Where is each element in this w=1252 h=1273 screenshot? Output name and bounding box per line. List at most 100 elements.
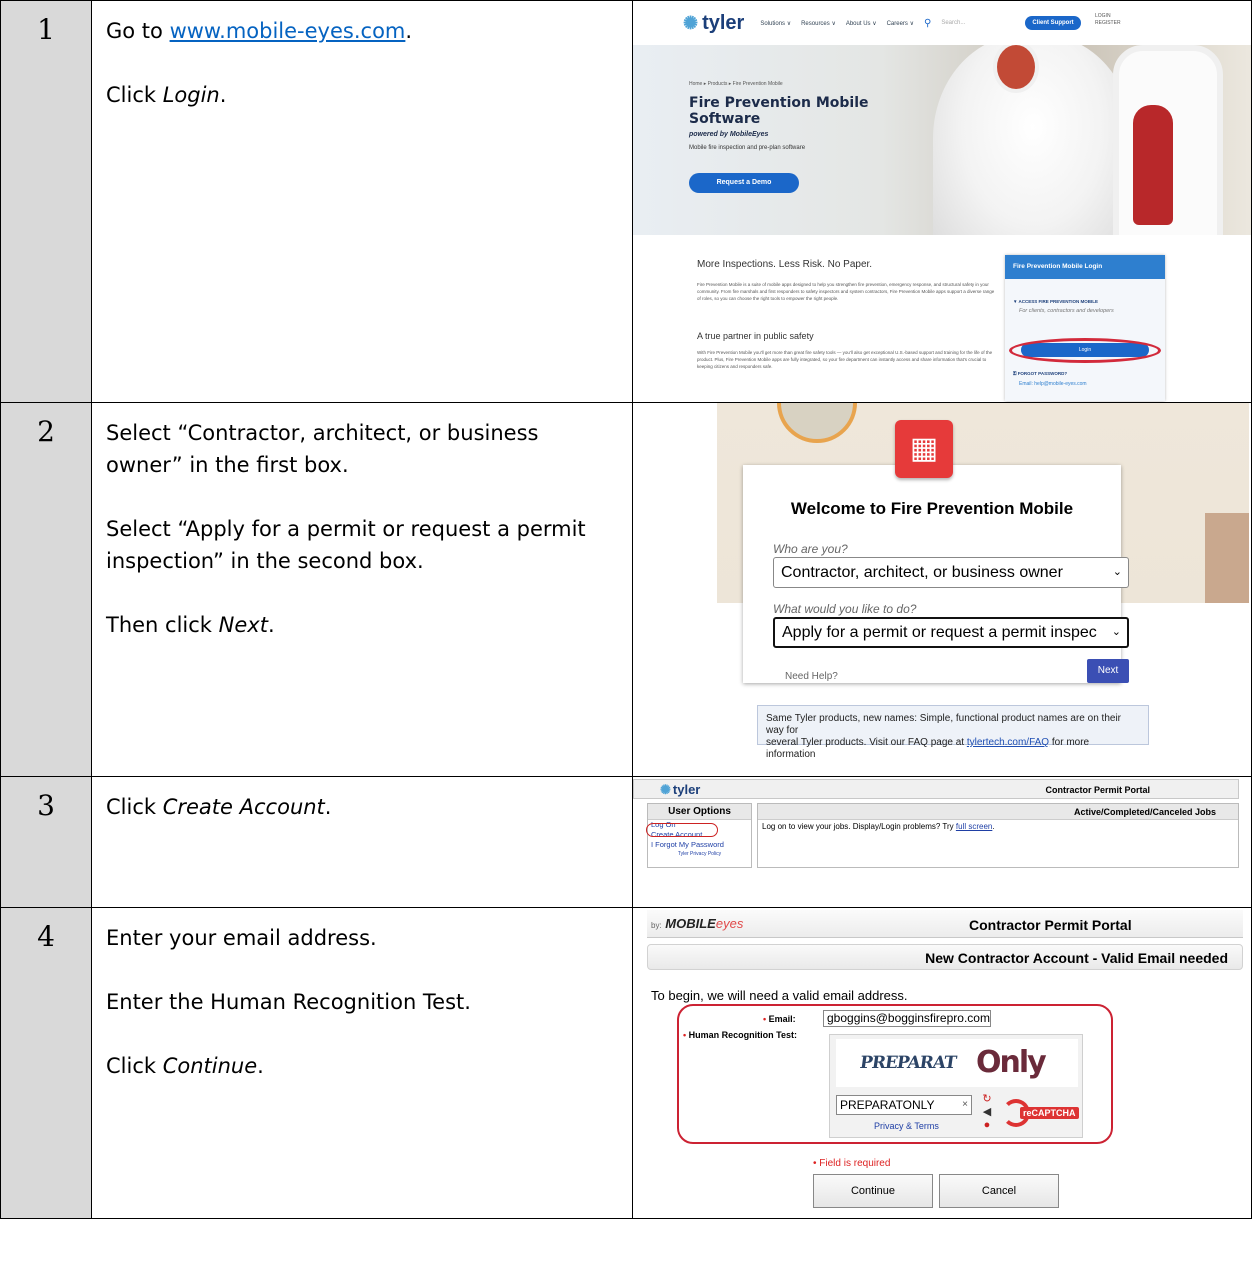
page-title: Fire Prevention Mobile Software bbox=[689, 95, 869, 127]
search-icon[interactable]: ⚲ bbox=[924, 18, 931, 29]
nav-resources[interactable]: Resources ∨ bbox=[801, 20, 836, 27]
nav-solutions[interactable]: Solutions ∨ bbox=[760, 20, 791, 27]
captcha-word: PREPARAT bbox=[858, 1053, 958, 1073]
email-field[interactable]: gboggins@bogginsfirepro.com bbox=[823, 1010, 991, 1027]
top-register[interactable]: REGISTER bbox=[1095, 20, 1121, 27]
instruction-line: Then click Next. bbox=[106, 609, 618, 641]
user-options-title: User Options bbox=[648, 804, 751, 820]
what-select[interactable]: Apply for a permit or request a permit i… bbox=[773, 617, 1129, 648]
tyler-site-screenshot: ✺ tyler Solutions ∨ Resources ∨ About Us … bbox=[633, 1, 1251, 401]
need-help-link[interactable]: Need Help? bbox=[785, 671, 838, 682]
instruction-line: Enter the Human Recognition Test. bbox=[106, 990, 471, 1014]
site-nav: ✺ tyler Solutions ∨ Resources ∨ About Us … bbox=[633, 1, 1251, 45]
audio-icon[interactable]: ◀ bbox=[978, 1106, 996, 1119]
close-icon[interactable]: × bbox=[962, 1096, 968, 1114]
instruction-line: Select “Contractor, architect, or busine… bbox=[106, 421, 539, 477]
faq-link[interactable]: tylertech.com/FAQ bbox=[967, 737, 1049, 748]
website-link[interactable]: www.mobile-eyes.com bbox=[170, 19, 406, 43]
steps-table: 1 Go to www.mobile-eyes.com. Click Login… bbox=[0, 0, 1252, 1219]
instruction-text: Go to bbox=[106, 19, 170, 43]
step-row-2: 2 Select “Contractor, architect, or busi… bbox=[0, 402, 1252, 777]
notice-pre: several Tyler products. Visit our FAQ pa… bbox=[766, 737, 967, 748]
captcha-widget: PREPARAT Only PREPARATONLY × Privacy & Te… bbox=[829, 1034, 1083, 1138]
client-support-button[interactable]: Client Support bbox=[1025, 16, 1081, 30]
who-value: Contractor, architect, or business owner bbox=[781, 564, 1063, 581]
title-line: Fire Prevention Mobile bbox=[689, 95, 869, 111]
login-card-title: Fire Prevention Mobile Login bbox=[1005, 255, 1165, 279]
instruction-emphasis: Next bbox=[218, 613, 268, 637]
refresh-icon[interactable]: ↻ bbox=[978, 1093, 996, 1106]
help-email[interactable]: Email: help@mobile-eyes.com bbox=[1019, 381, 1087, 387]
logo-text: MOBILE bbox=[665, 916, 716, 931]
section-paragraph: Fire Prevention Mobile is a suite of mob… bbox=[697, 282, 995, 301]
new-account-screenshot: by: MOBILEeyes Contractor Permit Portal … bbox=[634, 909, 1251, 1218]
chevron-down-icon: ⌄ bbox=[1111, 626, 1121, 638]
top-login-links[interactable]: LOGIN REGISTER bbox=[1095, 13, 1121, 27]
forgot-password-link[interactable]: I Forgot My Password bbox=[648, 840, 751, 850]
notice-text: several Tyler products. Visit our FAQ pa… bbox=[766, 737, 1140, 761]
instruction-emphasis: Create Account bbox=[162, 795, 325, 819]
section-heading: More Inspections. Less Risk. No Paper. bbox=[697, 259, 873, 270]
help-icon[interactable]: ● bbox=[978, 1119, 996, 1132]
nav-search[interactable]: Search... bbox=[941, 20, 965, 26]
nav-about[interactable]: About Us ∨ bbox=[846, 20, 877, 27]
portal-screenshot: ✺ tyler Contractor Permit Portal User Opt… bbox=[633, 778, 1251, 907]
hero-subtitle: Mobile fire inspection and pre-plan soft… bbox=[689, 145, 806, 151]
screenshot-cell: ✺ tyler Contractor Permit Portal User Opt… bbox=[632, 776, 1252, 908]
cancel-button[interactable]: Cancel bbox=[939, 1174, 1059, 1208]
screenshot-cell: ▦ Welcome to Fire Prevention Mobile Who … bbox=[632, 402, 1252, 777]
instruction-text: Then click bbox=[106, 613, 219, 637]
page-subtitle-bar: New Contractor Account - Valid Email nee… bbox=[647, 944, 1243, 970]
request-demo-button[interactable]: Request a Demo bbox=[689, 173, 799, 193]
title-line: Software bbox=[689, 111, 761, 127]
breadcrumb: Home ▸ Products ▸ Fire Prevention Mobile bbox=[689, 81, 783, 87]
who-select[interactable]: Contractor, architect, or business owner… bbox=[773, 557, 1129, 588]
continue-button[interactable]: Continue bbox=[813, 1174, 933, 1208]
captcha-value: PREPARATONLY bbox=[840, 1098, 935, 1112]
powered-by: powered by MobileEyes bbox=[689, 131, 769, 138]
instruction-line: Click Login. bbox=[106, 79, 618, 111]
access-label[interactable]: ▼ ACCESS FIRE PREVENTION MOBILE bbox=[1013, 299, 1098, 304]
access-subtitle: For clients, contractors and developers bbox=[1019, 308, 1114, 314]
page-subtitle: New Contractor Account - Valid Email nee… bbox=[925, 950, 1228, 966]
step-number: 1 bbox=[0, 0, 92, 403]
instruction-line: Click Continue. bbox=[106, 1050, 618, 1082]
step-number: 2 bbox=[0, 402, 92, 777]
tyler-logo[interactable]: ✺ tyler bbox=[683, 12, 744, 35]
notice-text: Same Tyler products, new names: Simple, … bbox=[766, 713, 1121, 736]
privacy-terms-link[interactable]: Privacy & Terms bbox=[874, 1121, 939, 1131]
building-hand-icon: ▦ bbox=[895, 420, 953, 478]
full-screen-link[interactable]: full screen bbox=[956, 822, 992, 831]
section-heading-2: A true partner in public safety bbox=[697, 331, 814, 341]
captcha-word: Only bbox=[976, 1045, 1047, 1080]
screenshot-cell: by: MOBILEeyes Contractor Permit Portal … bbox=[632, 907, 1252, 1219]
chevron-down-icon: ⌄ bbox=[1112, 566, 1122, 578]
recaptcha-logo: reCAPTCHA bbox=[1002, 1099, 1079, 1127]
background-figure bbox=[1205, 513, 1249, 603]
hrt-label: • Human Recognition Test: bbox=[683, 1030, 797, 1040]
message-text: . bbox=[992, 822, 995, 831]
captcha-input[interactable]: PREPARATONLY × bbox=[836, 1095, 972, 1115]
next-button[interactable]: Next bbox=[1087, 659, 1129, 683]
nav-careers[interactable]: Careers ∨ bbox=[887, 20, 914, 27]
instruction-emphasis: Login bbox=[162, 83, 220, 107]
forgot-password-link[interactable]: ⚿ FORGOT PASSWORD? bbox=[1013, 371, 1067, 376]
hero-banner: Home ▸ Products ▸ Fire Prevention Mobile… bbox=[633, 45, 1251, 235]
jobs-title: Active/Completed/Canceled Jobs bbox=[758, 804, 1238, 820]
top-login[interactable]: LOGIN bbox=[1095, 13, 1121, 20]
portal-header: by: MOBILEeyes Contractor Permit Portal bbox=[647, 910, 1243, 938]
what-label: What would you like to do? bbox=[773, 602, 917, 616]
instruction-text: . bbox=[405, 19, 413, 43]
email-label-text: Email: bbox=[768, 1014, 796, 1024]
privacy-link[interactable]: Tyler Privacy Policy bbox=[648, 850, 751, 859]
step-instructions: Enter your email address. Enter the Huma… bbox=[91, 907, 633, 1219]
instruction-line: Click Create Account. bbox=[106, 791, 618, 823]
section-paragraph-2: With Fire Prevention Mobile you'll get m… bbox=[697, 350, 993, 369]
instruction-text: . bbox=[257, 1054, 264, 1078]
message-text: Log on to view your jobs. Display/Login … bbox=[762, 822, 956, 831]
who-label: Who are you? bbox=[773, 542, 848, 556]
access-text: ACCESS FIRE PREVENTION MOBILE bbox=[1018, 299, 1099, 304]
email-label: • Email: bbox=[763, 1014, 796, 1024]
highlight-ring bbox=[646, 823, 718, 837]
rename-notice: Same Tyler products, new names: Simple, … bbox=[757, 705, 1149, 760]
